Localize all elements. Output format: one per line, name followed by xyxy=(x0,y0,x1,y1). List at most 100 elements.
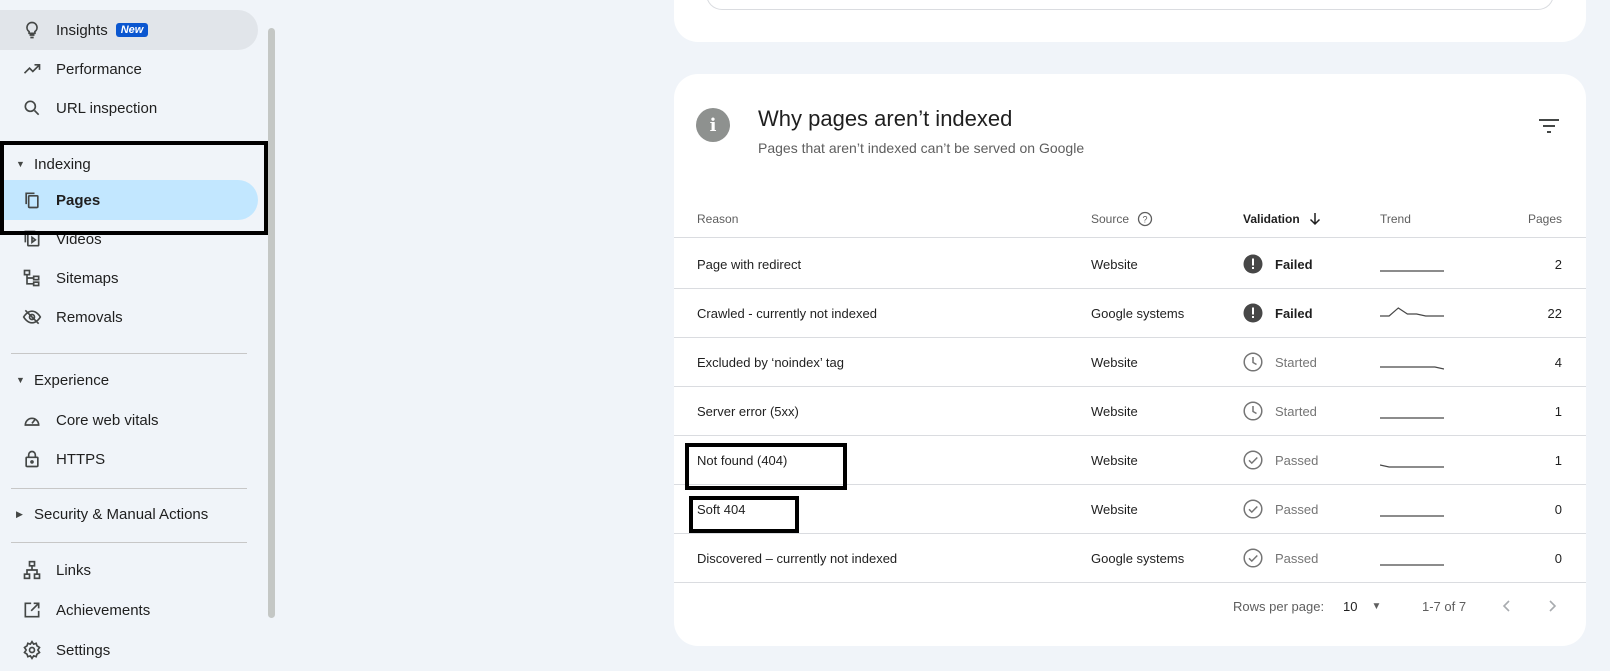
sidebar-item-removals[interactable]: Removals xyxy=(0,297,258,337)
table-row[interactable]: Server error (5xx) Website Started 1 xyxy=(674,386,1586,436)
pages-cell: 22 xyxy=(1547,305,1562,321)
pages-cell: 2 xyxy=(1554,256,1562,272)
pages-cell: 0 xyxy=(1554,550,1562,566)
validation-status: Passed xyxy=(1275,452,1319,468)
next-page-button[interactable] xyxy=(1545,578,1559,634)
table-row[interactable]: Excluded by ‘noindex’ tag Website Started 4 xyxy=(674,337,1586,387)
validation-cell: Started xyxy=(1243,386,1317,436)
table-row[interactable]: Soft 404 Website Passed 0 xyxy=(674,484,1586,534)
sidebar-item-performance[interactable]: Performance xyxy=(0,49,258,89)
section-title: Security & Manual Actions xyxy=(34,505,209,523)
validation-cell: Failed xyxy=(1243,288,1313,338)
highlight-box-soft-404 xyxy=(689,496,799,533)
col-pages[interactable]: Pages xyxy=(1528,200,1562,238)
reason-cell: Crawled - currently not indexed xyxy=(697,305,877,321)
reason-cell: Server error (5xx) xyxy=(697,403,799,419)
prev-page-button[interactable] xyxy=(1500,578,1514,634)
caret-right-icon: ▶ xyxy=(16,508,23,519)
sidebar-item-links[interactable]: Links xyxy=(0,550,258,590)
card-subtitle: Pages that aren’t indexed can’t be serve… xyxy=(758,140,1085,156)
sidebar-item-https[interactable]: HTTPS xyxy=(0,439,258,479)
sidebar-item-sitemaps[interactable]: Sitemaps xyxy=(0,258,258,298)
links-icon xyxy=(22,560,42,580)
table-row[interactable]: Page with redirect Website Failed 2 xyxy=(674,239,1586,289)
error-icon xyxy=(1243,303,1263,323)
trend-sparkline xyxy=(1380,464,1444,468)
col-source-label: Source xyxy=(1091,212,1130,226)
table-row[interactable]: Crawled - currently not indexed Google sy… xyxy=(674,288,1586,338)
new-badge: New xyxy=(115,23,149,37)
pagination-range: 1-7 of 7 xyxy=(1422,598,1467,614)
trend-line xyxy=(1380,464,1444,468)
trend-sparkline xyxy=(1380,417,1444,419)
validation-status: Started xyxy=(1275,354,1317,370)
validation-status: Passed xyxy=(1275,501,1319,517)
rows-per-page-value: 10 xyxy=(1343,598,1358,614)
sidebar-scrollbar[interactable] xyxy=(268,28,275,618)
top-card xyxy=(674,0,1586,42)
check-circle-icon xyxy=(1243,499,1263,519)
trend-cell xyxy=(1380,484,1444,534)
sidebar-item-label: Settings xyxy=(56,641,111,659)
section-security[interactable]: ▶ Security & Manual Actions xyxy=(0,496,208,532)
pages-cell: 0 xyxy=(1554,501,1562,517)
rows-per-page-label: Rows per page: xyxy=(1233,598,1325,614)
sidebar-item-settings[interactable]: Settings xyxy=(0,630,258,670)
col-source[interactable]: Source ? xyxy=(1091,200,1153,238)
source-cell: Google systems xyxy=(1091,550,1185,566)
validation-status: Started xyxy=(1275,403,1317,419)
sidebar-divider xyxy=(11,542,247,543)
check-circle-icon xyxy=(1243,450,1263,470)
source-cell: Website xyxy=(1091,354,1138,370)
col-trend: Trend xyxy=(1380,212,1411,226)
trend-line xyxy=(1380,307,1444,317)
speedometer-icon xyxy=(22,410,42,430)
sidebar-item-label: HTTPS xyxy=(56,450,106,468)
validation-cell: Passed xyxy=(1243,484,1318,534)
sidebar-item-label: Links xyxy=(56,561,92,579)
col-validation-label: Validation xyxy=(1243,212,1300,226)
dropdown-arrow-icon: ▼ xyxy=(1371,600,1382,612)
sidebar-item-core-web-vitals[interactable]: Core web vitals xyxy=(0,400,258,440)
card-title: Why pages aren’t indexed xyxy=(758,106,1013,131)
sidebar-item-url-inspection[interactable]: URL inspection xyxy=(0,88,258,128)
source-cell: Website xyxy=(1091,452,1138,468)
sidebar-item-insights[interactable]: Insights New xyxy=(0,10,258,50)
table-row[interactable]: Discovered – currently not indexed Google… xyxy=(674,533,1586,583)
trend-cell xyxy=(1380,239,1444,289)
trend-sparkline xyxy=(1380,564,1444,566)
check-circle-icon xyxy=(1243,548,1263,568)
chevron-left-icon xyxy=(1502,600,1510,612)
lock-icon xyxy=(22,449,42,469)
sitemap-icon xyxy=(22,268,42,288)
help-icon[interactable]: ? xyxy=(1137,211,1153,227)
pages-cell: 1 xyxy=(1554,452,1562,468)
sidebar-item-label: URL inspection xyxy=(56,99,158,117)
rows-per-page-select[interactable]: 10 ▼ xyxy=(1343,578,1381,634)
why-not-indexed-card: i Why pages aren’t indexed Pages that ar… xyxy=(674,74,1586,646)
col-reason[interactable]: Reason xyxy=(697,200,738,238)
sidebar-item-label: Core web vitals xyxy=(56,411,159,429)
arrow-down-icon xyxy=(1309,213,1320,226)
gear-icon xyxy=(22,640,42,660)
trend-sparkline xyxy=(1380,366,1444,370)
sidebar-item-achievements[interactable]: Achievements xyxy=(0,590,258,630)
filter-icon[interactable] xyxy=(1538,118,1560,134)
info-icon: i xyxy=(696,108,730,142)
sidebar-item-label: Sitemaps xyxy=(56,269,119,287)
validation-status: Passed xyxy=(1275,550,1319,566)
trend-sparkline xyxy=(1380,307,1444,317)
section-experience[interactable]: ▼ Experience xyxy=(0,362,109,398)
col-validation[interactable]: Validation xyxy=(1243,200,1322,238)
validation-cell: Passed xyxy=(1243,533,1318,583)
source-cell: Website xyxy=(1091,403,1138,419)
trend-cell xyxy=(1380,337,1444,387)
trending-up-icon xyxy=(22,59,42,79)
section-title: Experience xyxy=(34,371,110,389)
top-card-inner xyxy=(706,0,1554,10)
sidebar-item-label: Removals xyxy=(56,308,123,326)
clock-icon xyxy=(1243,401,1263,421)
validation-cell: Failed xyxy=(1243,239,1313,289)
table-header: Reason Source ? Validation Trend Pages xyxy=(674,200,1586,238)
reason-cell: Discovered – currently not indexed xyxy=(697,550,898,566)
